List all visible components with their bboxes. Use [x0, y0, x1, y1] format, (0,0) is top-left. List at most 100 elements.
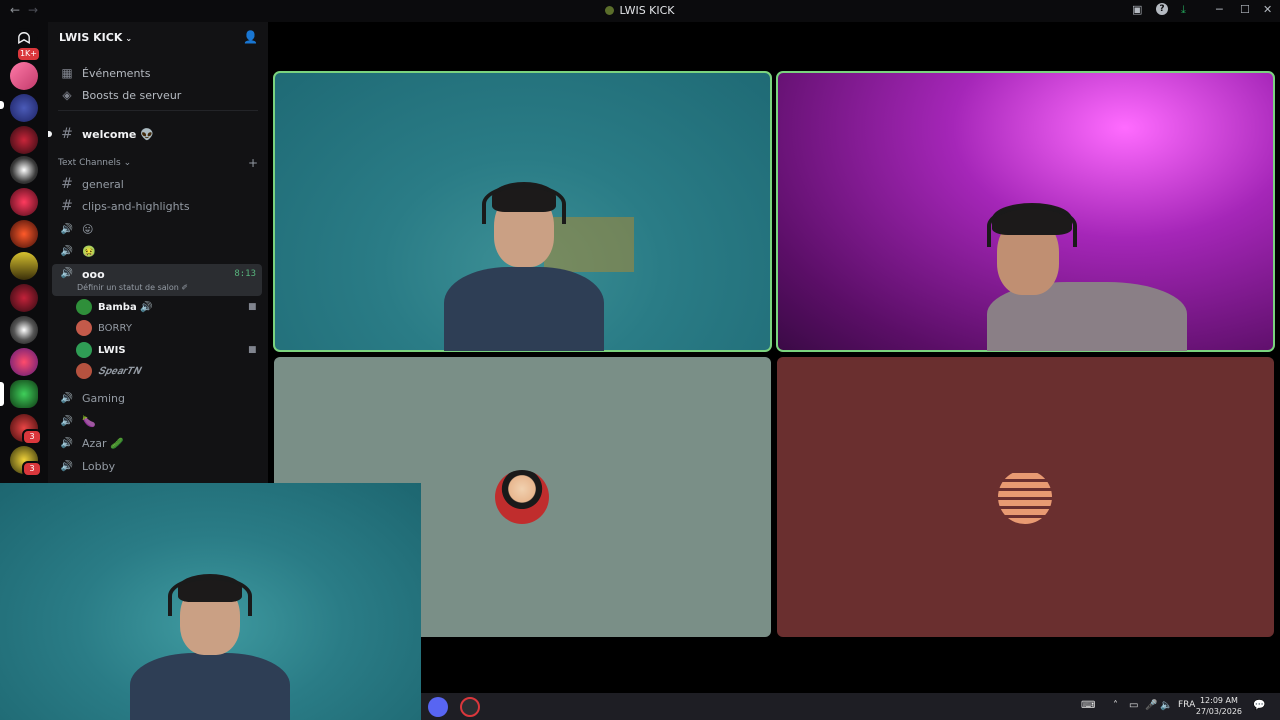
channel-label: Lobby: [82, 459, 116, 473]
server-icon-2[interactable]: [10, 94, 38, 122]
recorder-app-icon[interactable]: [460, 697, 480, 717]
inbox-icon[interactable]: ▣: [1132, 3, 1142, 16]
voice-channel-eggplant[interactable]: 🔊 🍆: [52, 410, 262, 432]
chevron-down-icon: ⌄: [125, 34, 133, 43]
video-tile-lwis[interactable]: [273, 71, 772, 352]
avatar: [495, 470, 549, 524]
voice-user-name: BORRY: [98, 322, 132, 334]
server-icon-1[interactable]: [10, 62, 38, 90]
server-name: LWIS KICK ⌄: [59, 31, 133, 44]
clock-date: 27/03/2026: [1195, 707, 1242, 716]
voice-user[interactable]: Bamba 🔊 ■: [76, 297, 257, 317]
hash-icon: #: [61, 198, 73, 214]
call-timer: 8:13: [234, 269, 256, 279]
window-title: LWIS KICK: [0, 4, 1280, 17]
camera-icon: ■: [248, 302, 257, 312]
server-icon-11[interactable]: 3: [10, 414, 42, 445]
voice-user-name: LWIS: [98, 344, 126, 356]
participant-video: [957, 197, 1197, 351]
channel-label: 🍆: [82, 414, 96, 428]
voice-channel-azar[interactable]: 🔊 Azar 🥒: [52, 432, 262, 454]
download-icon[interactable]: ⤓: [1181, 3, 1186, 17]
calendar-icon: ▦: [61, 66, 73, 80]
channel-clips-and-highlights[interactable]: # clips-and-highlights: [52, 195, 262, 217]
clock[interactable]: 12:09 AM 27/03/2026: [1196, 695, 1242, 717]
server-icon-8[interactable]: [10, 284, 38, 312]
server-icon-7[interactable]: [10, 252, 38, 280]
create-channel-icon[interactable]: +: [248, 156, 258, 170]
boost-icon: ◈: [62, 88, 72, 102]
network-icon[interactable]: ▭: [1129, 700, 1138, 711]
server-icon-12[interactable]: 3: [10, 446, 42, 477]
home-button[interactable]: ᗣ 1K+: [10, 28, 41, 62]
server-icon-6[interactable]: [10, 220, 38, 248]
voice-channel-gaming[interactable]: 🔊 Gaming: [52, 387, 262, 409]
discord-app-icon[interactable]: [428, 697, 448, 717]
help-icon[interactable]: ?: [1156, 3, 1168, 15]
server-icon: [605, 6, 615, 15]
category-label: Text Channels: [58, 158, 121, 168]
camera-icon: ■: [248, 345, 257, 355]
unread-dot: [48, 131, 52, 137]
server-boosts-item[interactable]: ◈ Boosts de serveur: [52, 84, 262, 106]
unread-indicator: [0, 101, 4, 109]
avatar: [998, 470, 1052, 524]
clock-time: 12:09 AM: [1199, 696, 1238, 705]
close-button[interactable]: ✕: [1263, 3, 1272, 16]
maximize-button[interactable]: ☐: [1240, 3, 1250, 16]
voice-user[interactable]: LWIS ■: [76, 340, 257, 360]
home-badge: 1K+: [15, 46, 41, 62]
channel-label: clips-and-highlights: [82, 199, 190, 213]
chevron-up-icon[interactable]: ˄: [1113, 700, 1118, 711]
speaker-icon: 🔊: [60, 268, 74, 279]
keyboard-icon[interactable]: ⌨: [1081, 700, 1095, 711]
selected-indicator: [0, 382, 4, 406]
speaker-icon: 🔊: [60, 223, 74, 235]
voice-user[interactable]: 𝑺𝒑𝒆𝒂𝒓𝑻𝑵: [76, 361, 140, 381]
server-icon-4[interactable]: [10, 156, 38, 184]
webcam-overlay: [0, 483, 421, 720]
chevron-down-icon: ⌄: [123, 158, 132, 168]
events-label: Événements: [82, 66, 151, 80]
server-icon-3[interactable]: [10, 126, 38, 154]
channel-label: general: [82, 177, 124, 191]
video-tile-bamba[interactable]: [776, 71, 1275, 352]
mention-badge: 3: [22, 461, 42, 477]
speaker-icon: 🔊: [60, 392, 74, 404]
channel-label: 🤢: [82, 244, 96, 258]
channel-label: Azar 🥒: [82, 436, 124, 450]
channel-general[interactable]: # general: [52, 173, 262, 195]
video-tile-spear[interactable]: [777, 357, 1274, 637]
microphone-icon[interactable]: 🎤: [1145, 700, 1157, 711]
streamer-video: [110, 568, 310, 720]
set-channel-status[interactable]: Définir un statut de salon ✐: [77, 283, 188, 292]
voice-user-name: 𝑺𝒑𝒆𝒂𝒓𝑻𝑵: [98, 365, 141, 377]
voice-channel-1[interactable]: 🔊 😛: [52, 218, 262, 240]
server-icon-10[interactable]: [10, 348, 38, 376]
participant-video: [424, 172, 624, 351]
speaker-icon: 🔊: [60, 415, 74, 427]
voice-user[interactable]: BORRY: [76, 318, 132, 338]
minimize-button[interactable]: ─: [1216, 3, 1223, 16]
server-rail: ᗣ 1K+ 3 3: [0, 22, 48, 494]
invite-people-icon[interactable]: 👤: [243, 30, 258, 44]
server-icon-lwis-kick[interactable]: [10, 380, 38, 408]
language-indicator[interactable]: FRA: [1178, 700, 1195, 710]
voice-channel-lobby[interactable]: 🔊 Lobby: [52, 455, 262, 477]
voice-channel-2[interactable]: 🔊 🤢: [52, 240, 262, 262]
taskbar: ⌨ ˄ ▭ 🎤 🔈 FRA 12:09 AM 27/03/2026 💬: [421, 693, 1280, 720]
boosts-label: Boosts de serveur: [82, 88, 182, 102]
speaker-icon: 🔊: [60, 245, 74, 257]
volume-icon[interactable]: 🔈: [1160, 700, 1172, 711]
server-header[interactable]: LWIS KICK ⌄ 👤: [48, 22, 268, 54]
avatar: [76, 342, 92, 358]
category-text-channels[interactable]: Text Channels ⌄ +: [58, 156, 258, 172]
notification-icon[interactable]: 💬: [1253, 700, 1265, 711]
hash-icon: #: [61, 176, 73, 192]
events-item[interactable]: ▦ Événements: [52, 62, 262, 84]
channel-label: welcome 👽: [82, 127, 154, 141]
server-icon-5[interactable]: [10, 188, 38, 216]
server-icon-9[interactable]: [10, 316, 38, 344]
title-bar: ← → LWIS KICK ▣ ? ⤓ ─ ☐ ✕: [0, 0, 1280, 22]
channel-welcome[interactable]: # welcome 👽: [48, 123, 262, 145]
